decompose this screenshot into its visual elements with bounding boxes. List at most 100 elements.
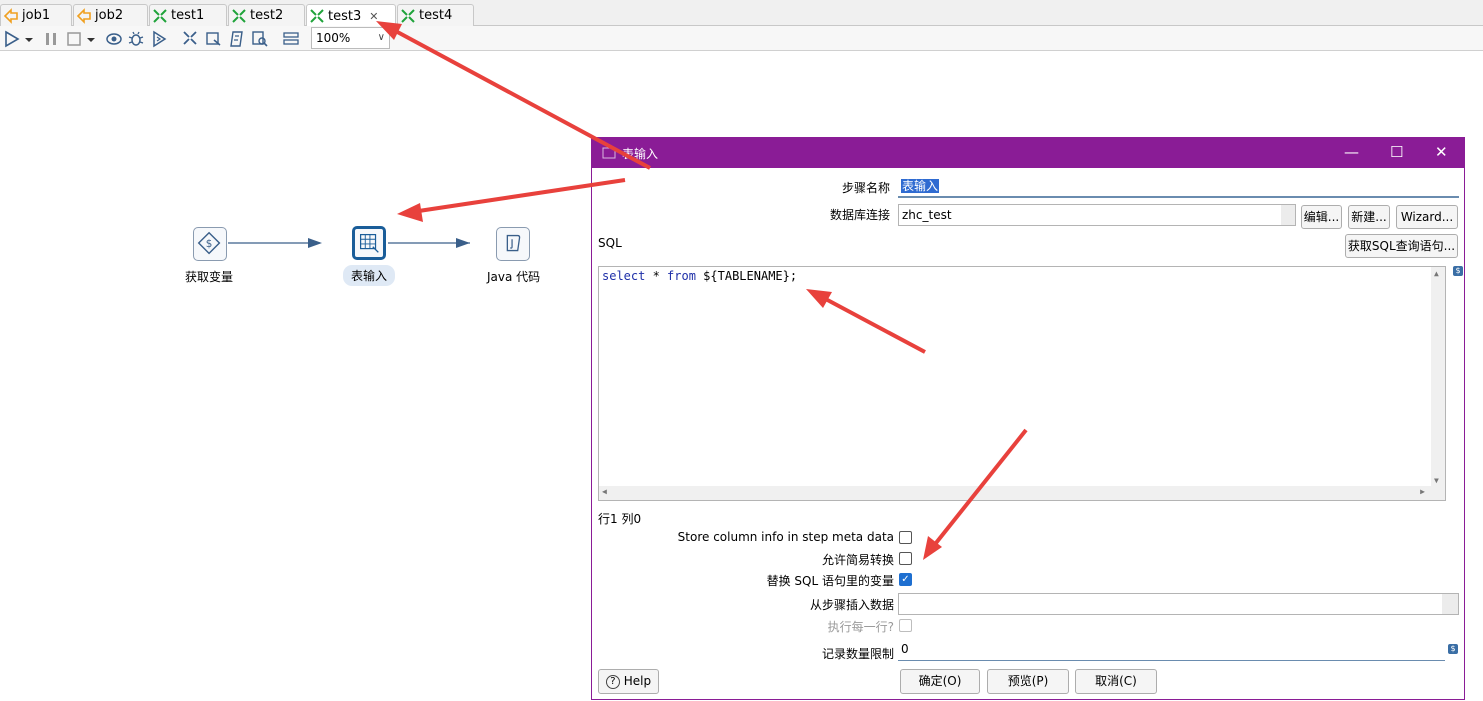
lazy-conversion-checkbox[interactable]: [899, 552, 912, 565]
get-sql-button[interactable]: 获取SQL查询语句...: [1345, 234, 1458, 258]
step-label-table-input: 表输入: [343, 265, 396, 286]
show-results-icon[interactable]: [282, 30, 300, 48]
zoom-value: 100%: [316, 31, 351, 45]
job-icon: [3, 7, 18, 24]
stop-dropdown-icon[interactable]: [86, 30, 96, 48]
maximize-icon[interactable]: ☐: [1390, 143, 1403, 161]
db-connection-value: zhc_test: [902, 208, 952, 222]
sql-editor[interactable]: select * from ${TABLENAME}; ▲ ▼ ◀ ▶: [598, 266, 1446, 501]
close-icon[interactable]: ✕: [369, 10, 378, 23]
run-icon[interactable]: [3, 30, 21, 48]
horizontal-scrollbar[interactable]: ◀ ▶: [599, 486, 1445, 500]
limit-input[interactable]: 0: [898, 639, 1445, 661]
tab-test1[interactable]: test1: [149, 4, 227, 26]
tab-test3[interactable]: test3 ✕: [306, 4, 396, 27]
dialog-title-bar[interactable]: 表输入 — ☐ ✕: [592, 138, 1464, 168]
transformation-icon: [153, 8, 167, 23]
chevron-down-icon[interactable]: [1442, 594, 1458, 614]
tab-label: test4: [419, 8, 453, 23]
hop-lines: [228, 238, 470, 248]
tab-bar: job1 job2 test1 test2 test3 ✕ test4: [0, 0, 1483, 27]
get-variables-icon: $: [193, 227, 227, 261]
step-name-label: 步骤名称: [841, 181, 890, 195]
zoom-select[interactable]: 100% ∨: [311, 27, 390, 49]
tab-label: test1: [171, 8, 205, 23]
stop-icon[interactable]: [65, 30, 83, 48]
chevron-down-icon[interactable]: ▼: [1434, 476, 1439, 485]
help-icon: ?: [605, 674, 620, 689]
execute-each-row-checkbox[interactable]: [899, 619, 912, 632]
table-input-dialog: 表输入 — ☐ ✕ 步骤名称 表输入 数据库连接 zhc_test 编辑... …: [591, 137, 1465, 700]
explore-db-icon[interactable]: [251, 30, 269, 48]
chevron-left-icon[interactable]: ◀: [602, 487, 607, 496]
hop-arrow-icon: [308, 238, 322, 248]
chevron-right-icon[interactable]: ▶: [1420, 487, 1425, 496]
job-icon: [76, 7, 91, 24]
cursor-position: 行1 列0: [598, 512, 642, 526]
impact-icon[interactable]: [205, 30, 223, 48]
chevron-down-icon[interactable]: [1281, 205, 1295, 225]
tab-label: test3: [328, 8, 362, 24]
new-connection-button[interactable]: 新建...: [1348, 205, 1390, 229]
toolbar: [0, 26, 1483, 51]
chevron-up-icon[interactable]: ▲: [1434, 269, 1439, 278]
step-name-input[interactable]: 表输入: [898, 176, 1459, 198]
replace-variables-checkbox[interactable]: ✓: [899, 573, 912, 586]
replace-variables-label: 替换 SQL 语句里的变量: [766, 574, 894, 588]
preview-button[interactable]: 预览(P): [987, 669, 1069, 694]
chevron-down-icon: ∨: [377, 32, 385, 43]
tab-label: job2: [95, 8, 124, 23]
limit-label: 记录数量限制: [821, 647, 894, 661]
insert-from-step-select[interactable]: [898, 593, 1459, 615]
step-name-value: 表输入: [901, 179, 940, 193]
store-column-info-label: Store column info in step meta data: [677, 530, 894, 544]
sql-code: select * from ${TABLENAME};: [602, 269, 797, 283]
transformation-icon: [401, 8, 415, 23]
cancel-button[interactable]: 取消(C): [1075, 669, 1157, 694]
tab-label: job1: [22, 8, 51, 23]
debug-icon[interactable]: [127, 30, 145, 48]
sql-keyword: select: [602, 269, 646, 283]
db-connection-select[interactable]: zhc_test: [898, 204, 1296, 226]
step-get-variables[interactable]: $: [193, 227, 227, 261]
minimize-icon[interactable]: —: [1344, 143, 1359, 161]
verify-icon[interactable]: [182, 30, 200, 48]
vertical-scrollbar[interactable]: ▲ ▼: [1431, 267, 1445, 487]
help-button[interactable]: ? Help: [598, 669, 659, 694]
store-column-info-checkbox[interactable]: [899, 531, 912, 544]
transformation-icon: [232, 8, 246, 23]
close-icon[interactable]: ✕: [1435, 143, 1448, 161]
hop-arrow-icon: [456, 238, 470, 248]
ok-button[interactable]: 确定(O): [900, 669, 980, 694]
replay-icon[interactable]: [150, 30, 168, 48]
sql-text: ${TABLENAME};: [695, 269, 798, 283]
pause-icon[interactable]: [42, 30, 60, 48]
variable-icon: $: [1448, 644, 1458, 654]
tab-test4[interactable]: test4: [397, 4, 474, 26]
tab-label: test2: [250, 8, 284, 23]
wizard-button[interactable]: Wizard...: [1396, 205, 1458, 229]
tab-job2[interactable]: job2: [73, 4, 148, 26]
step-label-java-code: Java 代码: [487, 270, 541, 284]
table-input-icon: [602, 147, 616, 159]
transformation-icon: [310, 9, 324, 23]
variable-icon: $: [1453, 266, 1463, 276]
sql-text: *: [645, 269, 668, 283]
preview-icon[interactable]: [105, 30, 123, 48]
step-table-input[interactable]: [352, 226, 386, 260]
java-code-icon: [496, 227, 530, 261]
step-java-code[interactable]: [496, 227, 530, 261]
execute-each-row-label: 执行每一行?: [827, 620, 894, 634]
run-dropdown-icon[interactable]: [24, 30, 34, 48]
tab-test2[interactable]: test2: [228, 4, 305, 26]
dialog-title: 表输入: [622, 147, 659, 161]
table-input-icon: [352, 226, 386, 260]
step-label-get-variables: 获取变量: [185, 270, 234, 284]
sql-icon[interactable]: [228, 30, 246, 48]
insert-from-step-label: 从步骤插入数据: [809, 598, 894, 612]
edit-connection-button[interactable]: 编辑...: [1301, 205, 1342, 229]
svg-text:$: $: [206, 238, 213, 250]
limit-value: 0: [901, 642, 909, 656]
tab-job1[interactable]: job1: [0, 4, 72, 26]
help-button-label: Help: [623, 674, 652, 688]
